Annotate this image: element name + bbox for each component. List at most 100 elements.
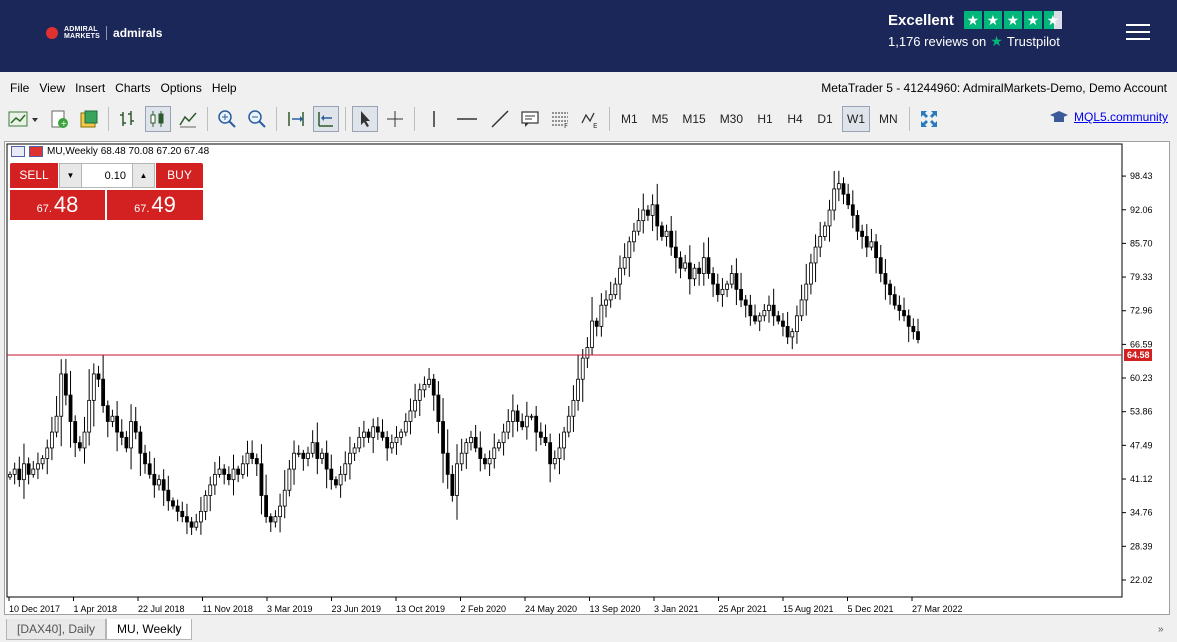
svg-text:F: F	[564, 122, 568, 129]
candle-body	[604, 299, 608, 306]
half-star-icon: ★	[1043, 11, 1062, 29]
candle-body	[562, 431, 567, 449]
candle-body	[795, 315, 799, 333]
lot-size-value[interactable]: 0.10	[82, 170, 132, 182]
trustpilot-name: Trustpilot	[1006, 34, 1060, 49]
timeframe-h1[interactable]: H1	[752, 106, 778, 132]
chart-list-icon[interactable]	[11, 146, 25, 157]
candle-body	[864, 236, 869, 248]
candle-body	[538, 431, 543, 438]
candle-body	[836, 183, 841, 190]
crosshair-icon[interactable]	[382, 106, 408, 132]
candle-body	[911, 325, 916, 333]
y-tick-label: 66.59	[1130, 339, 1153, 349]
symbol-icon	[29, 146, 43, 157]
candle-body	[711, 273, 716, 285]
menu-options[interactable]: Options	[156, 81, 207, 95]
menu-view[interactable]: View	[34, 81, 70, 95]
candle-body	[673, 246, 678, 259]
candle-body	[497, 442, 501, 449]
candlestick-chart-icon[interactable]	[145, 106, 171, 132]
timeframe-h4[interactable]: H4	[782, 106, 808, 132]
horizontal-line-icon[interactable]	[451, 106, 483, 132]
timeframe-m1[interactable]: M1	[616, 106, 643, 132]
buy-button[interactable]: BUY	[156, 163, 203, 188]
mql5-community-link[interactable]: MQL5.community	[1050, 109, 1168, 125]
vertical-line-icon[interactable]	[421, 106, 447, 132]
timeframe-m15[interactable]: M15	[677, 106, 710, 132]
candle-body	[757, 315, 762, 322]
autoscroll-icon[interactable]	[313, 106, 339, 132]
candle-body	[348, 452, 352, 465]
y-tick-label: 92.06	[1130, 205, 1153, 215]
candle-body	[115, 415, 119, 433]
fibonacci-icon[interactable]: F	[547, 106, 573, 132]
star-icon: ★	[963, 11, 982, 29]
sell-button[interactable]: SELL	[10, 163, 58, 188]
sell-price[interactable]: 67. 48	[10, 190, 105, 220]
menu-help[interactable]: Help	[207, 81, 242, 95]
hamburger-menu-icon[interactable]	[1126, 24, 1150, 40]
candle-body	[767, 304, 771, 311]
new-order-icon[interactable]: +	[46, 106, 72, 132]
lot-increase-icon[interactable]: ▲	[132, 164, 154, 187]
menu-charts[interactable]: Charts	[110, 81, 155, 95]
candle-body	[77, 442, 82, 449]
chart-window[interactable]: 98.43 92.06 85.70 79.33 72.96 66.59 60.23 53.86…	[4, 141, 1170, 615]
menu-insert[interactable]: Insert	[70, 81, 110, 95]
algo-trading-icon[interactable]	[76, 106, 102, 132]
toolbar-divider	[108, 107, 109, 131]
candle-body	[809, 262, 813, 285]
trustpilot-widget[interactable]: Excellent ★ ★ ★ ★ ★ 1,176 reviews on ★ T…	[888, 11, 1062, 50]
tab-scroll-right-icon[interactable]: »	[1158, 624, 1164, 635]
tab-mu-weekly[interactable]: MU, Weekly	[106, 619, 193, 640]
admirals-logo[interactable]: ADMIRAL MARKETS admirals	[46, 26, 162, 40]
candle-body	[478, 447, 483, 459]
candle-body	[753, 315, 757, 322]
trendline-icon[interactable]	[487, 106, 513, 132]
timeframe-w1[interactable]: W1	[842, 106, 871, 132]
candle-body	[403, 421, 408, 433]
candle-body	[785, 325, 790, 338]
buy-price[interactable]: 67. 49	[107, 190, 203, 220]
candle-body	[878, 257, 883, 274]
bar-chart-icon[interactable]	[115, 106, 141, 132]
lot-decrease-icon[interactable]: ▼	[60, 164, 82, 187]
candle-body	[385, 436, 390, 449]
fullscreen-icon[interactable]	[916, 106, 942, 132]
candle-body	[506, 421, 511, 433]
candle-body	[334, 479, 338, 486]
candle-body	[17, 468, 22, 481]
timeframe-mn[interactable]: MN	[874, 106, 903, 132]
tab-dax40-daily[interactable]: [DAX40], Daily	[6, 619, 107, 640]
candle-body	[310, 442, 315, 454]
candle-body	[371, 426, 376, 438]
timeframe-m5[interactable]: M5	[647, 106, 674, 132]
elliott-wave-icon[interactable]: E	[577, 106, 603, 132]
admirals-logo-mark-icon	[46, 27, 58, 39]
candle-body	[818, 236, 823, 248]
timeframe-d1[interactable]: D1	[812, 106, 838, 132]
candle-body	[431, 378, 436, 396]
candle-body	[594, 320, 599, 327]
zoom-out-icon[interactable]	[244, 106, 270, 132]
menu-file[interactable]: File	[0, 81, 34, 95]
candle-body	[827, 209, 832, 227]
lot-size-input[interactable]: ▼ 0.10 ▲	[59, 163, 155, 188]
candle-body	[87, 399, 92, 433]
candle-body	[590, 320, 594, 348]
zoom-in-icon[interactable]	[214, 106, 240, 132]
chart-shift-icon[interactable]	[283, 106, 309, 132]
line-chart-icon[interactable]	[175, 106, 201, 132]
candle-body	[650, 204, 655, 216]
candle-body	[157, 479, 161, 486]
new-chart-icon[interactable]	[6, 106, 42, 132]
candle-body	[254, 458, 259, 465]
candle-body	[68, 394, 73, 422]
candle-body	[143, 452, 147, 465]
text-label-icon[interactable]	[517, 106, 543, 132]
cursor-icon[interactable]	[352, 106, 378, 132]
window-title: MetaTrader 5 - 41244960: AdmiralMarkets-…	[821, 81, 1167, 95]
timeframe-m30[interactable]: M30	[715, 106, 748, 132]
candle-body	[729, 273, 734, 285]
